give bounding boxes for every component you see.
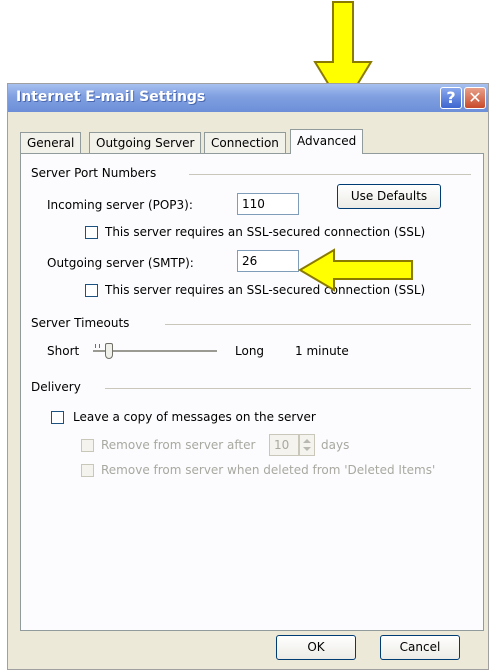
- timeout-value: 1 minute: [295, 344, 349, 358]
- outgoing-server-label: Outgoing server (SMTP):: [47, 256, 194, 270]
- group-divider: [165, 324, 471, 325]
- spin-down-icon: [303, 447, 311, 451]
- slider-thumb[interactable]: [105, 343, 113, 359]
- delivery-label: Delivery: [31, 380, 81, 394]
- incoming-ssl-checkbox[interactable]: [85, 226, 98, 239]
- title-bar[interactable]: Internet E-mail Settings ? ✕: [8, 84, 488, 112]
- ok-button[interactable]: OK: [276, 635, 356, 660]
- incoming-ssl-label: This server requires an SSL-secured conn…: [105, 225, 426, 239]
- timeout-slider[interactable]: [93, 340, 217, 362]
- tab-outgoing-server[interactable]: Outgoing Server: [89, 132, 202, 153]
- remove-after-days-input[interactable]: 10: [269, 434, 299, 456]
- help-icon: ?: [446, 88, 456, 107]
- remove-after-checkbox[interactable]: [81, 439, 94, 452]
- annotation-arrow-left-icon: [298, 248, 413, 292]
- internet-email-settings-dialog: Internet E-mail Settings ? ✕ General Out…: [7, 83, 489, 670]
- advanced-tab-panel: Server Port Numbers Incoming server (POP…: [20, 153, 484, 631]
- incoming-port-input[interactable]: 110: [237, 193, 299, 215]
- outgoing-port-input[interactable]: 26: [237, 250, 299, 272]
- tab-general-label: General: [27, 136, 75, 150]
- outgoing-ssl-checkbox[interactable]: [85, 284, 98, 297]
- tab-connection-label: Connection: [211, 136, 279, 150]
- remove-deleted-label: Remove from server when deleted from 'De…: [101, 463, 436, 477]
- cancel-button[interactable]: Cancel: [380, 635, 460, 660]
- spin-up-icon: [303, 439, 311, 443]
- remove-after-label: Remove from server after: [101, 438, 256, 452]
- slider-tick: [95, 344, 96, 348]
- window-title: Internet E-mail Settings: [16, 89, 206, 105]
- use-defaults-button[interactable]: Use Defaults: [337, 184, 441, 209]
- leave-copy-label: Leave a copy of messages on the server: [73, 410, 316, 424]
- incoming-server-label: Incoming server (POP3):: [47, 198, 193, 212]
- close-icon: ✕: [468, 88, 482, 107]
- tab-outgoing-server-label: Outgoing Server: [96, 136, 195, 150]
- tab-connection[interactable]: Connection: [204, 132, 286, 153]
- days-spinner[interactable]: [299, 434, 315, 456]
- days-label: days: [321, 438, 350, 452]
- group-divider: [105, 388, 471, 389]
- tab-general[interactable]: General: [20, 132, 82, 153]
- server-timeouts-label: Server Timeouts: [31, 316, 130, 330]
- tab-advanced[interactable]: Advanced: [290, 129, 364, 154]
- help-button[interactable]: ?: [440, 87, 462, 109]
- server-port-numbers-label: Server Port Numbers: [31, 166, 157, 180]
- close-button[interactable]: ✕: [464, 87, 486, 109]
- slider-tick: [99, 344, 100, 348]
- tab-advanced-label: Advanced: [297, 134, 357, 148]
- timeout-long-label: Long: [235, 344, 265, 358]
- group-divider: [189, 174, 471, 175]
- leave-copy-checkbox[interactable]: [51, 411, 64, 424]
- remove-deleted-checkbox[interactable]: [81, 464, 94, 477]
- timeout-short-label: Short: [47, 344, 80, 358]
